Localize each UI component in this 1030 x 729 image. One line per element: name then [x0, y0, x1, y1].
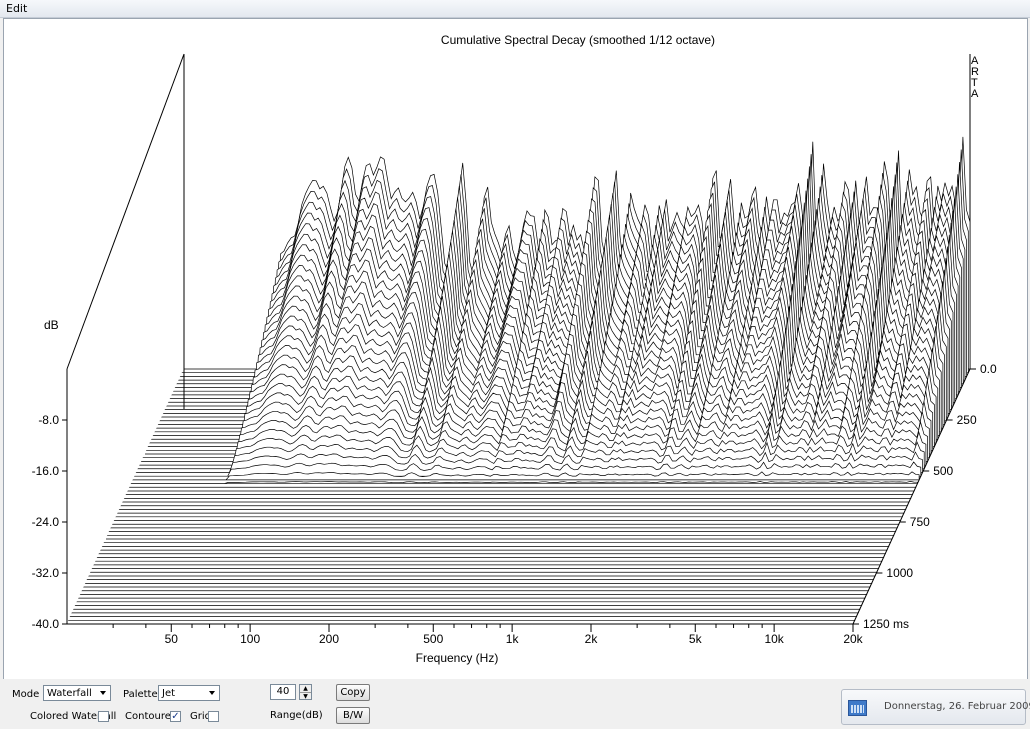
range-input[interactable]: 40 — [270, 684, 296, 700]
x-tick-label: 1k — [506, 632, 520, 646]
range-label: Range(dB) — [270, 710, 323, 721]
z-tick-label: 1000 — [886, 566, 913, 580]
x-tick-label: 200 — [319, 632, 339, 646]
y-unit-label: dB — [44, 318, 59, 332]
range-spinner[interactable]: ▲ ▼ — [299, 684, 312, 700]
taskbar-date: Donnerstag, 26. Februar 2009 — [884, 701, 1030, 712]
taskbar-date-widget[interactable]: Donnerstag, 26. Februar 2009 — [841, 689, 1030, 725]
contoured-checkbox[interactable]: ✓ — [170, 711, 181, 722]
x-tick-label: 100 — [240, 632, 260, 646]
chart-panel: Cumulative Spectral Decay (smoothed 1/12… — [3, 18, 1028, 680]
chart-title: Cumulative Spectral Decay (smoothed 1/12… — [441, 33, 715, 47]
frame-diagonal-line — [66, 53, 185, 370]
copy-button[interactable]: Copy — [336, 684, 370, 701]
x-tick-label: 10k — [764, 632, 784, 646]
bw-button[interactable]: B/W — [336, 707, 370, 724]
z-tick-label: 1250 ms — [863, 617, 909, 631]
x-tick-label: 5k — [689, 632, 703, 646]
chevron-down-icon — [100, 691, 106, 695]
mode-select-value: Waterfall — [47, 688, 92, 699]
z-tick-label: 750 — [910, 515, 930, 529]
z-tick-label: 500 — [933, 464, 953, 478]
waterfall-plot: Cumulative Spectral Decay (smoothed 1/12… — [32, 33, 997, 665]
x-tick-label: 20k — [843, 632, 863, 646]
y-tick-label: -24.0 — [32, 515, 60, 529]
calendar-icon — [848, 700, 867, 716]
y-tick-label: -40.0 — [32, 617, 60, 631]
y-tick-label: -16.0 — [32, 464, 60, 478]
x-axis-label: Frequency (Hz) — [416, 651, 499, 665]
x-tick-label: 2k — [585, 632, 599, 646]
menu-edit[interactable]: Edit — [6, 2, 27, 15]
y-tick-label: -8.0 — [38, 413, 59, 427]
palette-label: Palette — [123, 689, 158, 700]
palette-select[interactable]: Jet — [158, 685, 220, 701]
mode-label: Mode — [12, 689, 40, 700]
chevron-down-icon — [209, 691, 215, 695]
colored-waterfall-checkbox[interactable] — [98, 711, 109, 722]
menu-bar: Edit — [0, 0, 1030, 18]
spin-up-icon[interactable]: ▲ — [300, 685, 311, 693]
brand-letter: A — [971, 88, 979, 100]
z-tick-label: 0.0 — [980, 362, 997, 376]
z-tick-label: 250 — [957, 413, 977, 427]
palette-select-value: Jet — [162, 688, 176, 699]
x-tick-label: 50 — [165, 632, 179, 646]
spin-down-icon[interactable]: ▼ — [300, 693, 311, 700]
decay-slice — [130, 481, 918, 484]
x-tick-label: 500 — [423, 632, 443, 646]
y-tick-label: -32.0 — [32, 566, 60, 580]
mode-select[interactable]: Waterfall — [43, 685, 111, 701]
grid-checkbox[interactable] — [208, 711, 219, 722]
